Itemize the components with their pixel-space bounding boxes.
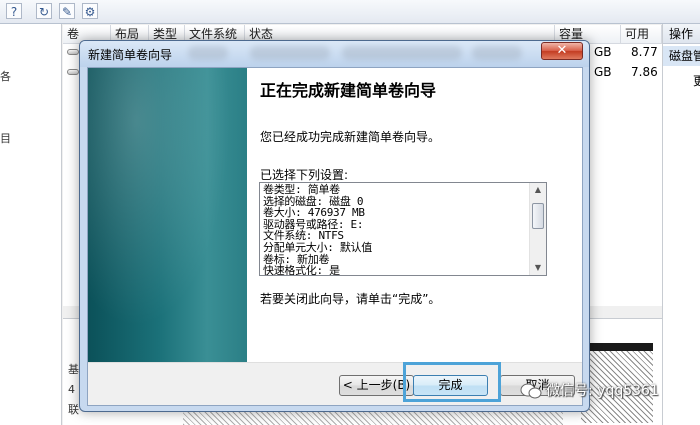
refresh-icon[interactable]: ↻ bbox=[36, 3, 52, 19]
finish-highlight-frame bbox=[403, 362, 501, 402]
drive-icon bbox=[67, 69, 79, 75]
settings-list: 卷类型: 简单卷 选择的磁盘: 磁盘 0 卷大小: 476937 MB 驱动器号… bbox=[263, 183, 528, 276]
actions-pane: 操作 磁盘管 更 bbox=[662, 24, 700, 425]
column-header-free[interactable]: 可用 bbox=[621, 25, 662, 44]
actions-title: 操作 bbox=[663, 24, 700, 44]
disk-label-line: 联 bbox=[68, 403, 79, 416]
wizard-client-area: 正在完成新建简单卷向导 您已经成功完成新建简单卷向导。 已选择下列设置: 卷类型… bbox=[87, 67, 583, 406]
disk-label-line: 4 bbox=[68, 383, 75, 396]
blurred-text bbox=[250, 46, 330, 60]
volume-unit: GB bbox=[594, 65, 612, 79]
volume-unit: GB bbox=[594, 45, 612, 59]
button-strip: < 上一步(B) 完成 取消 bbox=[88, 362, 582, 405]
volume-free: 7.86 bbox=[631, 65, 658, 79]
help-icon[interactable]: ? bbox=[6, 3, 22, 19]
wizard-banner-image bbox=[88, 68, 247, 362]
wechat-icon bbox=[520, 383, 542, 399]
tree-label: 目 bbox=[0, 132, 11, 145]
tree-label: 各 bbox=[0, 70, 11, 83]
watermark-text: 微信号: yqq5361 bbox=[546, 383, 659, 399]
new-simple-volume-wizard: 新建简单卷向导 ✕ 正在完成新建简单卷向导 您已经成功完成新建简单卷向导。 已选… bbox=[79, 40, 590, 412]
wizard-intro-text: 您已经成功完成新建简单卷向导。 bbox=[260, 130, 441, 144]
settings-summary-box[interactable]: 卷类型: 简单卷 选择的磁盘: 磁盘 0 卷大小: 476937 MB 驱动器号… bbox=[259, 182, 547, 276]
blurred-text bbox=[188, 46, 228, 60]
disk-label-line: 基 bbox=[68, 363, 79, 376]
toolbar: ? ↻ ✎ ⚙ bbox=[0, 0, 700, 24]
blurred-text bbox=[342, 46, 462, 60]
drive-icon bbox=[67, 49, 79, 55]
console-tree[interactable]: 各 目 bbox=[0, 24, 62, 425]
wizard-heading: 正在完成新建简单卷向导 bbox=[260, 81, 437, 100]
action-more[interactable]: 更 bbox=[693, 72, 700, 89]
setting-line: 分配单元大小: 默认值 bbox=[263, 240, 372, 254]
settings-scrollbar[interactable]: ▲ ▼ bbox=[529, 183, 546, 275]
properties-icon[interactable]: ✎ bbox=[59, 3, 75, 19]
scroll-up-icon[interactable]: ▲ bbox=[533, 185, 543, 195]
volume-free: 8.77 bbox=[631, 45, 658, 59]
setting-line: 快速格式化: 是 bbox=[263, 264, 340, 276]
scroll-down-icon[interactable]: ▼ bbox=[533, 263, 543, 273]
dialog-titlebar[interactable]: 新建简单卷向导 ✕ bbox=[80, 41, 589, 67]
settings-icon[interactable]: ⚙ bbox=[82, 3, 98, 19]
selected-settings-label: 已选择下列设置: bbox=[260, 168, 349, 182]
dialog-title: 新建简单卷向导 bbox=[88, 48, 173, 62]
blurred-text bbox=[472, 46, 522, 60]
scroll-thumb[interactable] bbox=[532, 203, 544, 229]
watermark: 微信号: yqq5361 bbox=[520, 380, 659, 404]
close-instruction: 若要关闭此向导，请单击“完成”。 bbox=[260, 292, 441, 306]
setting-line: 卷类型: 简单卷 bbox=[263, 183, 340, 196]
close-button[interactable]: ✕ bbox=[541, 42, 583, 60]
action-disk-management[interactable]: 磁盘管 bbox=[663, 46, 700, 66]
